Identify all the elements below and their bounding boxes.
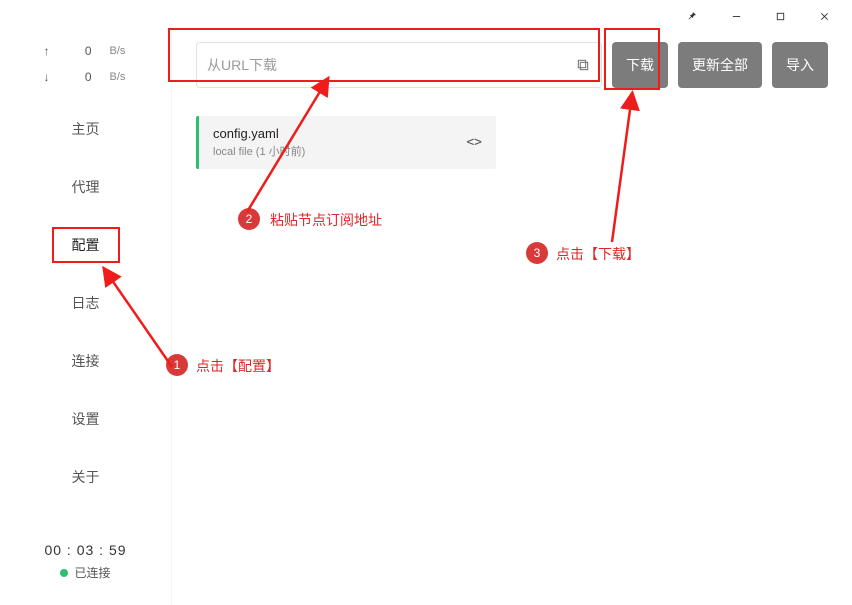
- maximize-button[interactable]: [760, 2, 800, 30]
- titlebar: [0, 0, 852, 32]
- annotation-number-3: 3: [526, 242, 548, 264]
- toolbar: 下载 更新全部 导入: [196, 42, 828, 88]
- nav-label: 配置: [52, 227, 120, 263]
- url-input-wrap: [196, 42, 602, 88]
- minimize-button[interactable]: [716, 2, 756, 30]
- annotation-text-3: 点击【下载】: [556, 244, 640, 264]
- nav: 主页 代理 配置 日志 连接 设置 关于: [0, 100, 171, 506]
- sidebar: ↑ 0 B/s ↓ 0 B/s 主页 代理 配置 日志 连接 设置 关于 00 …: [0, 32, 172, 605]
- close-icon: [819, 11, 830, 22]
- nav-item-about[interactable]: 关于: [0, 448, 171, 506]
- close-button[interactable]: [804, 2, 844, 30]
- pin-icon: [686, 10, 698, 22]
- annotation-number-2: 2: [238, 208, 260, 230]
- content-area: 下载 更新全部 导入 config.yaml local file (1 小时前…: [172, 32, 852, 605]
- nav-label: 代理: [72, 177, 100, 197]
- nav-item-logs[interactable]: 日志: [0, 274, 171, 332]
- minimize-icon: [731, 11, 742, 22]
- download-arrow-icon: ↓: [40, 70, 54, 84]
- config-card[interactable]: config.yaml local file (1 小时前) <>: [196, 116, 496, 169]
- status-dot-icon: [60, 569, 68, 577]
- nav-label: 连接: [72, 351, 100, 371]
- annotation-text-1: 点击【配置】: [196, 356, 280, 376]
- connection-status: 已连接: [0, 564, 171, 581]
- nav-item-connections[interactable]: 连接: [0, 332, 171, 390]
- config-title: config.yaml: [213, 126, 305, 141]
- download-speed-unit: B/s: [110, 71, 132, 83]
- update-all-button[interactable]: 更新全部: [678, 42, 762, 88]
- pin-button[interactable]: [672, 2, 712, 30]
- maximize-icon: [775, 11, 786, 22]
- download-button[interactable]: 下载: [612, 42, 668, 88]
- annotation-number-1: 1: [166, 354, 188, 376]
- nav-label: 设置: [72, 409, 100, 429]
- nav-item-proxy[interactable]: 代理: [0, 158, 171, 216]
- import-button[interactable]: 导入: [772, 42, 828, 88]
- nav-item-config[interactable]: 配置: [0, 216, 171, 274]
- status-text: 已连接: [74, 564, 110, 581]
- upload-speed-unit: B/s: [110, 45, 132, 57]
- config-subtitle: local file (1 小时前): [213, 143, 305, 159]
- code-icon: <>: [466, 135, 482, 150]
- nav-item-home[interactable]: 主页: [0, 100, 171, 158]
- speed-indicator: ↑ 0 B/s ↓ 0 B/s: [0, 32, 171, 100]
- timer-text: 00 : 03 : 59: [0, 542, 171, 558]
- nav-label: 主页: [72, 119, 100, 139]
- nav-item-settings[interactable]: 设置: [0, 390, 171, 448]
- nav-label: 日志: [72, 293, 100, 313]
- annotation-arrow-3: [602, 87, 662, 250]
- annotation-text-2: 粘贴节点订阅地址: [270, 210, 382, 230]
- upload-speed-value: 0: [72, 44, 92, 58]
- upload-arrow-icon: ↑: [40, 44, 54, 58]
- url-input[interactable]: [207, 57, 575, 73]
- copy-icon[interactable]: [575, 57, 591, 73]
- download-speed-value: 0: [72, 70, 92, 84]
- nav-label: 关于: [72, 467, 100, 487]
